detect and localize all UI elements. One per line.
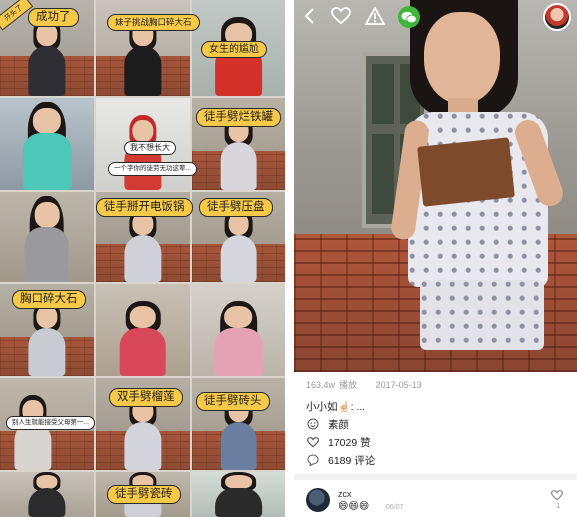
caption-quote-2: 别人生就能接受父母第一... [6,416,95,430]
video-detail-pane: 163.4w 播放 2017-05-13 小小如☝🏻: ... 素颜 17029 … [294,0,577,517]
heart-outline-icon[interactable] [330,6,352,26]
section-divider [294,474,577,480]
likes-row[interactable]: 17029 赞 [306,434,371,450]
caption-girl-awkward: 女生的尴尬 [201,41,267,58]
screen: 开头了 成功了 妹子挑战胸口碎大石 女生的尴尬 徒手劈烂铁罐 我不想长大 一个字… [0,0,577,517]
caption-dont-want-grow-up: 我不想长大 [124,141,176,155]
caption-split-tile: 徒手劈瓷砖 [107,485,181,504]
video-meta: 163.4w 播放 2017-05-13 [306,378,571,392]
caption-success: 成功了 [28,8,79,27]
caption-split-iron-can: 徒手劈烂铁罐 [196,108,281,127]
description-ellipsis: ... [356,401,366,413]
tag-icon [306,417,320,431]
video-subject [389,0,568,372]
warning-triangle-icon[interactable] [364,6,386,26]
video-collage: 开头了 成功了 妹子挑战胸口碎大石 女生的尴尬 徒手劈烂铁罐 我不想长大 一个字… [0,0,285,517]
caption-split-pressure-plate: 徒手劈压盘 [199,198,273,217]
heart-icon [306,435,320,449]
commenter-name[interactable]: zcx [338,489,352,499]
tag-label: 素颜 [328,418,349,431]
video-toolbar [294,0,577,34]
wechat-icon[interactable] [398,6,420,28]
collage-tile-4[interactable] [0,98,94,190]
caption-quote-1: 一个字你的徒劳无功这辈... [108,162,197,176]
comment-bubble-icon [306,453,320,467]
caption-chest-rock-challenge: 妹子挑战胸口碎大石 [107,14,200,31]
view-count-label: 播放 [339,380,358,390]
author-name[interactable]: 小小如 [306,401,338,413]
caption-break-rice-cooker: 徒手掰开电饭锅 [96,198,193,217]
comment-like-count: 1 [556,503,560,510]
caption-split-brick: 徒手劈砖头 [196,392,270,411]
caption-split-durian: 双手劈榴莲 [109,388,183,407]
collage-tile-12[interactable] [192,284,285,376]
comment-text: 😄😄😄 [338,501,370,512]
post-description: 小小如☝🏻: ... [306,401,366,413]
collage-tile-7[interactable] [0,192,94,282]
collage-tile-11[interactable] [96,284,190,376]
collage-tile-16[interactable] [0,472,94,517]
commenter-avatar[interactable] [306,488,330,512]
video-player[interactable] [294,0,577,372]
comments-count: 6189 评论 [328,454,376,467]
view-count: 163.4w [306,380,336,390]
collage-tile-18[interactable] [192,472,285,517]
tag-row[interactable]: 素颜 [306,416,349,432]
author-avatar[interactable] [543,3,571,31]
back-chevron-icon[interactable] [300,6,318,26]
author-emoji: ☝🏻 [337,401,351,413]
comments-row[interactable]: 6189 评论 [306,452,375,468]
comment-date: 06/07 [386,504,404,511]
likes-count: 17029 赞 [328,436,371,449]
comment-item[interactable]: zcx 😄😄😄 06/07 1 [294,484,577,517]
caption-chest-rock: 胸口碎大石 [12,290,86,309]
post-date: 2017-05-13 [375,380,422,390]
